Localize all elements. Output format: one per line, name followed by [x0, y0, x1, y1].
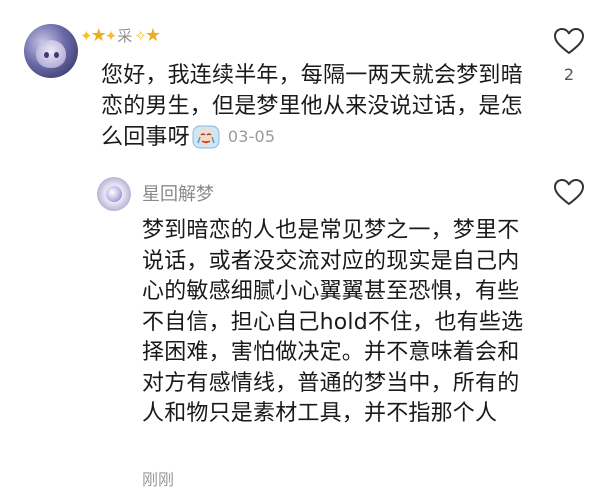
- user-avatar[interactable]: [24, 24, 78, 78]
- comment-body[interactable]: 您好，我连续半年，每隔一两天就会梦到暗恋的男生，但是梦里他从来没说过话，是怎么回…: [101, 61, 541, 154]
- like-button[interactable]: 2: [552, 27, 586, 84]
- username-row[interactable]: ✦★✦ 采 ✧★: [80, 18, 161, 52]
- replier-avatar[interactable]: [97, 177, 131, 211]
- heart-icon: [554, 179, 584, 205]
- comment-date: 03-05: [227, 127, 276, 146]
- comment-text: 您好，我连续半年，每隔一两天就会梦到暗恋的男生，但是梦里他从来没说过话，是怎么回…: [101, 63, 523, 150]
- like-count: 2: [563, 65, 575, 84]
- crying-face-emoji-icon: [192, 125, 220, 149]
- reply-time: 刚刚: [142, 470, 175, 489]
- username[interactable]: 采: [117, 25, 132, 46]
- avatar-eye: [54, 52, 59, 58]
- replier-username[interactable]: 星回解梦: [142, 180, 214, 206]
- planet-icon: [106, 186, 122, 202]
- star-decoration-icon: ✦★✦: [80, 24, 117, 46]
- like-button[interactable]: [552, 178, 586, 206]
- heart-icon: [554, 28, 584, 54]
- reply-body[interactable]: 梦到暗恋的人也是常见梦之一，梦里不说话，或者没交流对应的现实是自己内心的敏感细腻…: [142, 216, 537, 430]
- avatar-face: [36, 40, 66, 68]
- avatar-eye: [44, 52, 49, 58]
- star-decoration-icon: ✧★: [134, 24, 161, 46]
